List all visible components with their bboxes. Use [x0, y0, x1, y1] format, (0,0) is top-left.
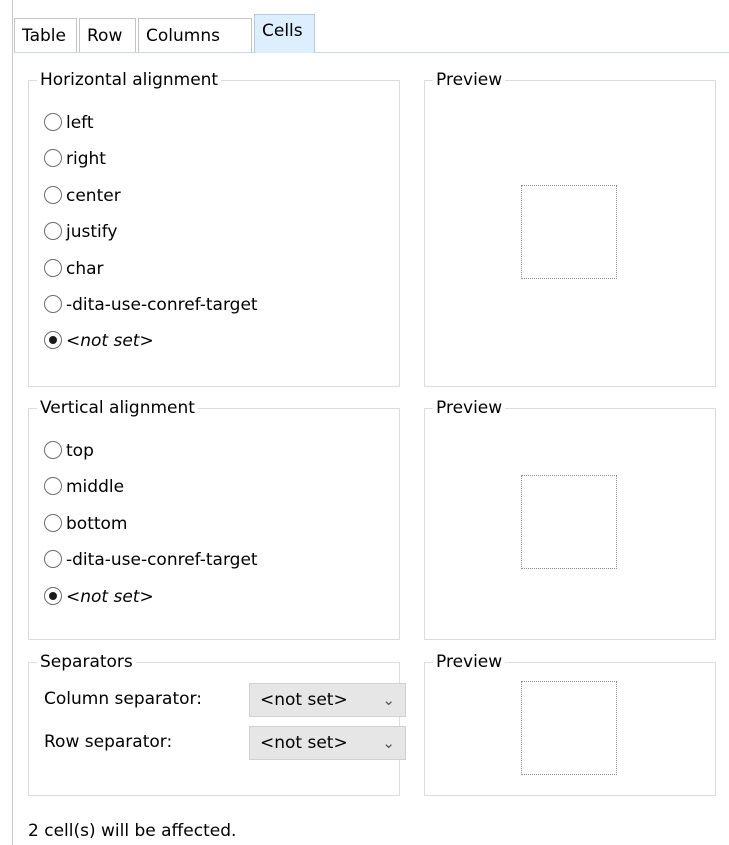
radio-button[interactable]	[44, 222, 62, 240]
h-align-char-option[interactable]: char	[44, 254, 104, 284]
h-align-justify-option[interactable]: justify	[44, 217, 118, 247]
h-align-conref-option[interactable]: -dita-use-conref-target	[44, 290, 258, 320]
option-label: right	[66, 149, 106, 169]
tab-table[interactable]: Table	[14, 18, 77, 52]
v-align-top-option[interactable]: top	[44, 436, 94, 466]
chevron-down-icon: ⌄	[382, 691, 395, 709]
option-label: left	[66, 113, 94, 133]
chevron-down-icon: ⌄	[382, 734, 395, 752]
preview-legend: Preview	[433, 397, 506, 419]
v-align-middle-option[interactable]: middle	[44, 472, 124, 502]
v-align-not-set-option[interactable]: <not set>	[44, 582, 154, 612]
option-label: <not set>	[66, 587, 154, 607]
radio-button[interactable]	[44, 186, 62, 204]
v-align-bottom-option[interactable]: bottom	[44, 509, 127, 539]
separators-legend: Separators	[37, 651, 136, 673]
option-label: <not set>	[66, 331, 154, 351]
h-align-center-option[interactable]: center	[44, 181, 121, 211]
horizontal-alignment-legend: Horizontal alignment	[37, 69, 222, 91]
tab-bar: Table Row Columns Cells	[14, 14, 729, 54]
row-separator-label: Row separator:	[44, 732, 173, 752]
option-label: bottom	[66, 514, 128, 534]
h-align-left-option[interactable]: left	[44, 108, 94, 138]
column-separator-select[interactable]: <not set> ⌄	[249, 683, 406, 717]
radio-button[interactable]	[44, 149, 62, 167]
option-label: center	[66, 186, 121, 206]
radio-button[interactable]	[44, 477, 62, 495]
option-label: -dita-use-conref-target	[66, 550, 258, 570]
tab-cells[interactable]: Cells	[254, 14, 315, 53]
option-label: middle	[66, 477, 125, 497]
option-label: justify	[66, 222, 118, 242]
option-label: top	[66, 441, 94, 461]
separators-group: Separators Column separator: <not set> ⌄…	[28, 651, 406, 796]
radio-button-checked[interactable]	[44, 587, 62, 605]
column-separator-label: Column separator:	[44, 689, 202, 709]
row-separator-select[interactable]: <not set> ⌄	[249, 726, 406, 760]
vertical-alignment-group: Vertical alignment top middle bottom -di…	[28, 397, 400, 640]
vertical-preview-box	[521, 475, 617, 569]
column-separator-value: <not set>	[260, 690, 348, 710]
horizontal-preview-box	[521, 185, 617, 279]
tab-columns[interactable]: Columns	[138, 18, 252, 52]
radio-button[interactable]	[44, 113, 62, 131]
radio-button[interactable]	[44, 441, 62, 459]
tab-row[interactable]: Row	[79, 18, 136, 52]
radio-button[interactable]	[44, 514, 62, 532]
separators-preview-box	[521, 681, 617, 775]
separators-preview-group: Preview	[424, 651, 716, 796]
horizontal-alignment-group: Horizontal alignment left right center j…	[28, 69, 400, 387]
option-label: char	[66, 259, 104, 279]
h-align-right-option[interactable]: right	[44, 144, 106, 174]
horizontal-preview-group: Preview	[424, 69, 716, 387]
h-align-not-set-option[interactable]: <not set>	[44, 326, 154, 356]
radio-button[interactable]	[44, 550, 62, 568]
v-align-conref-option[interactable]: -dita-use-conref-target	[44, 545, 258, 575]
preview-legend: Preview	[433, 69, 506, 91]
row-separator-value: <not set>	[260, 733, 348, 753]
preview-legend: Preview	[433, 651, 506, 673]
radio-button[interactable]	[44, 295, 62, 313]
vertical-alignment-legend: Vertical alignment	[37, 397, 198, 419]
radio-button[interactable]	[44, 259, 62, 277]
vertical-preview-group: Preview	[424, 397, 716, 640]
option-label: -dita-use-conref-target	[66, 295, 258, 315]
affected-cells-status: 2 cell(s) will be affected.	[28, 821, 237, 841]
radio-button-checked[interactable]	[44, 331, 62, 349]
